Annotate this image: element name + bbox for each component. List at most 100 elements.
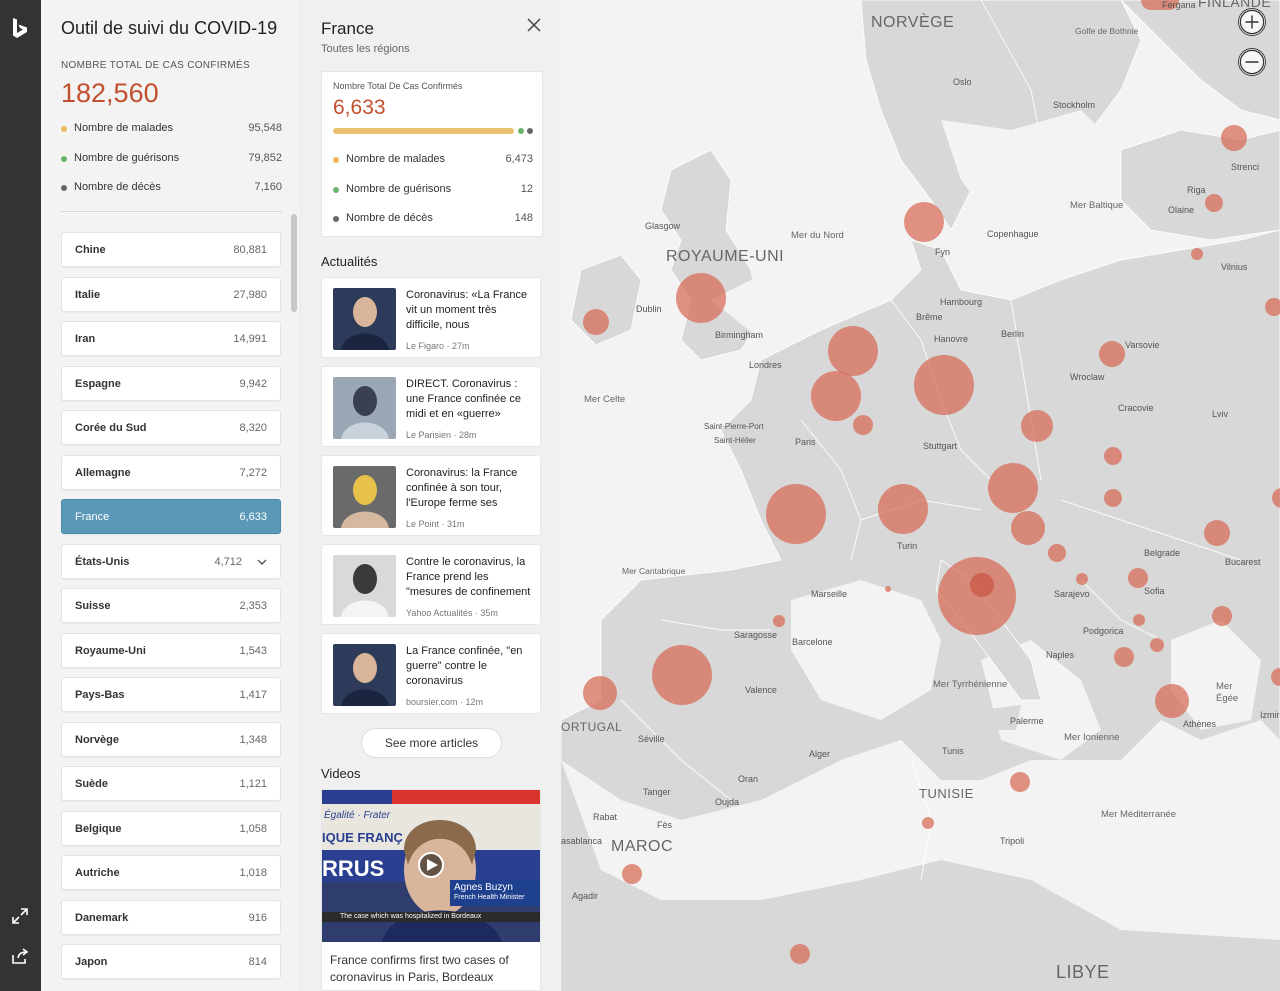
case-bubble[interactable] — [1048, 544, 1066, 562]
news-item[interactable]: Coronavirus: la France confinée à son to… — [321, 455, 541, 536]
case-bubble[interactable] — [853, 415, 873, 435]
country-item[interactable]: Espagne 9,942 — [61, 365, 281, 401]
country-item[interactable]: Danemark 916 — [61, 899, 281, 935]
country-item[interactable]: Suisse 2,353 — [61, 588, 281, 623]
case-bubble[interactable] — [1205, 194, 1223, 212]
country-item[interactable]: Belgique 1,058 — [61, 810, 281, 846]
zoom-out-button[interactable] — [1238, 48, 1266, 76]
map-city-label: Saint-Hélier — [714, 436, 756, 445]
chevron-down-icon[interactable] — [256, 556, 268, 568]
country-case-count: 1,543 — [239, 644, 267, 657]
video-card[interactable]: Égalité · Frater IQUE FRANÇ RRUS Agnes B… — [321, 789, 541, 991]
country-item[interactable]: Allemagne 7,272 — [61, 454, 281, 490]
case-bubble[interactable] — [885, 586, 891, 592]
zoom-in-button[interactable] — [1238, 8, 1266, 36]
country-list: Chine 80,881 Italie 27,980 Iran 14,991 Espagne… — [41, 213, 300, 991]
case-bubble[interactable] — [988, 463, 1038, 513]
case-bubble[interactable] — [622, 864, 642, 884]
map-city-label: Hambourg — [940, 297, 983, 307]
case-bubble[interactable] — [1104, 447, 1122, 465]
stat-value: 79,852 — [248, 152, 282, 164]
case-bubble[interactable] — [1191, 248, 1203, 260]
map-city-label: Olaine — [1168, 205, 1195, 215]
case-bubble[interactable] — [922, 817, 934, 829]
case-bubble[interactable] — [1155, 684, 1189, 718]
map-city-label: Copenhague — [987, 229, 1039, 239]
country-item[interactable]: Iran 14,991 — [61, 321, 281, 356]
news-thumbnail — [333, 555, 396, 617]
map-sea-label: Mer Égée — [1216, 681, 1239, 704]
country-list-scrollbar[interactable] — [291, 214, 297, 312]
case-bubble[interactable] — [676, 273, 726, 323]
total-cases-label: NOMBRE TOTAL DE CAS CONFIRMÉS — [61, 60, 250, 71]
active-dot — [61, 126, 67, 132]
case-bubble[interactable] — [1128, 568, 1148, 588]
case-bubble[interactable] — [1204, 520, 1230, 546]
case-bubble[interactable] — [1265, 298, 1280, 316]
case-bubble[interactable] — [970, 573, 994, 597]
see-more-articles-button[interactable]: See more articles — [361, 728, 502, 758]
country-item[interactable]: Chine 80,881 — [61, 232, 281, 267]
news-meta: Le Figaro · 27m — [406, 341, 470, 351]
case-bubble[interactable] — [1011, 511, 1045, 545]
case-bubble[interactable] — [583, 676, 617, 710]
country-item[interactable]: Norvège 1,348 — [61, 721, 281, 757]
country-name: Corée du Sud — [75, 422, 147, 434]
news-heading: Actualités — [321, 254, 378, 269]
case-bubble[interactable] — [1221, 125, 1247, 151]
case-bubble[interactable] — [1212, 606, 1232, 626]
video-overlay-role: French Health Minister — [454, 894, 525, 901]
country-name: Autriche — [75, 867, 120, 879]
news-item[interactable]: Contre le coronavirus, la France prend l… — [321, 544, 541, 625]
country-item[interactable]: Corée du Sud 8,320 — [61, 410, 281, 445]
stat-row-active: Nombre de malades 95,548 — [61, 122, 282, 136]
case-bubble[interactable] — [766, 484, 826, 544]
case-bubble[interactable] — [878, 484, 928, 534]
case-bubble[interactable] — [1099, 341, 1125, 367]
country-item[interactable]: Royaume-Uni 1,543 — [61, 632, 281, 668]
map-city-label: Birmingham — [715, 330, 764, 340]
map-city-label: Stuttgart — [923, 441, 958, 451]
case-bubble[interactable] — [583, 309, 609, 335]
stat-row-recovered: Nombre de guérisons 79,852 — [61, 152, 282, 166]
country-case-count: 1,018 — [239, 867, 267, 879]
case-bubble[interactable] — [811, 371, 861, 421]
country-item[interactable]: États-Unis 4,712 — [61, 543, 281, 579]
case-bubble[interactable] — [1114, 647, 1134, 667]
case-bubble[interactable] — [1021, 410, 1053, 442]
case-bubble[interactable] — [1150, 638, 1164, 652]
news-thumbnail — [333, 288, 396, 350]
share-icon[interactable] — [11, 947, 29, 965]
case-bubble[interactable] — [1104, 489, 1122, 507]
country-name: France — [75, 511, 110, 523]
country-item[interactable]: Japon 814 — [61, 944, 281, 979]
expand-icon[interactable] — [11, 907, 29, 925]
news-item[interactable]: DIRECT. Coronavirus : une France confiné… — [321, 366, 541, 447]
case-bubble[interactable] — [914, 355, 974, 415]
case-bubble[interactable] — [652, 645, 712, 705]
case-bubble[interactable] — [904, 202, 944, 242]
bing-logo-icon[interactable] — [10, 17, 30, 41]
country-item[interactable]: Pays-Bas 1,417 — [61, 677, 281, 712]
country-item[interactable]: Autriche 1,018 — [61, 855, 281, 890]
country-name: Iran — [75, 333, 96, 345]
case-bubble[interactable] — [790, 944, 810, 964]
country-item[interactable]: Italie 27,980 — [61, 276, 281, 312]
case-bubble[interactable] — [1133, 614, 1145, 626]
news-item[interactable]: La France confinée, "en guerre" contre l… — [321, 633, 541, 714]
case-bubble[interactable] — [828, 326, 878, 376]
close-icon[interactable] — [526, 17, 542, 33]
country-item[interactable]: France 6,633 — [61, 499, 281, 534]
case-bubble[interactable] — [773, 615, 785, 627]
country-case-count: 1,417 — [239, 689, 267, 701]
map-sea-label: Mer Tyrrhénienne — [933, 679, 1008, 690]
world-map[interactable]: NORVÈGE ROYAUME-UNI TUNISIE MAROC LIBYE … — [561, 0, 1280, 991]
country-item[interactable]: Suède 1,121 — [61, 766, 281, 801]
news-item[interactable]: Coronavirus: «La France vit un moment tr… — [321, 277, 541, 358]
case-bubble[interactable] — [1076, 573, 1088, 585]
card-row-deaths: Nombre de décès 148 — [333, 212, 533, 226]
case-bubble[interactable] — [1010, 772, 1030, 792]
detail-region-selector[interactable]: Toutes les régions — [321, 43, 410, 55]
country-summary-card: Nombre Total De Cas Confirmés 6,633 Nomb… — [321, 71, 543, 237]
map-sea-label: Golfe de Bothnie — [1075, 26, 1139, 36]
